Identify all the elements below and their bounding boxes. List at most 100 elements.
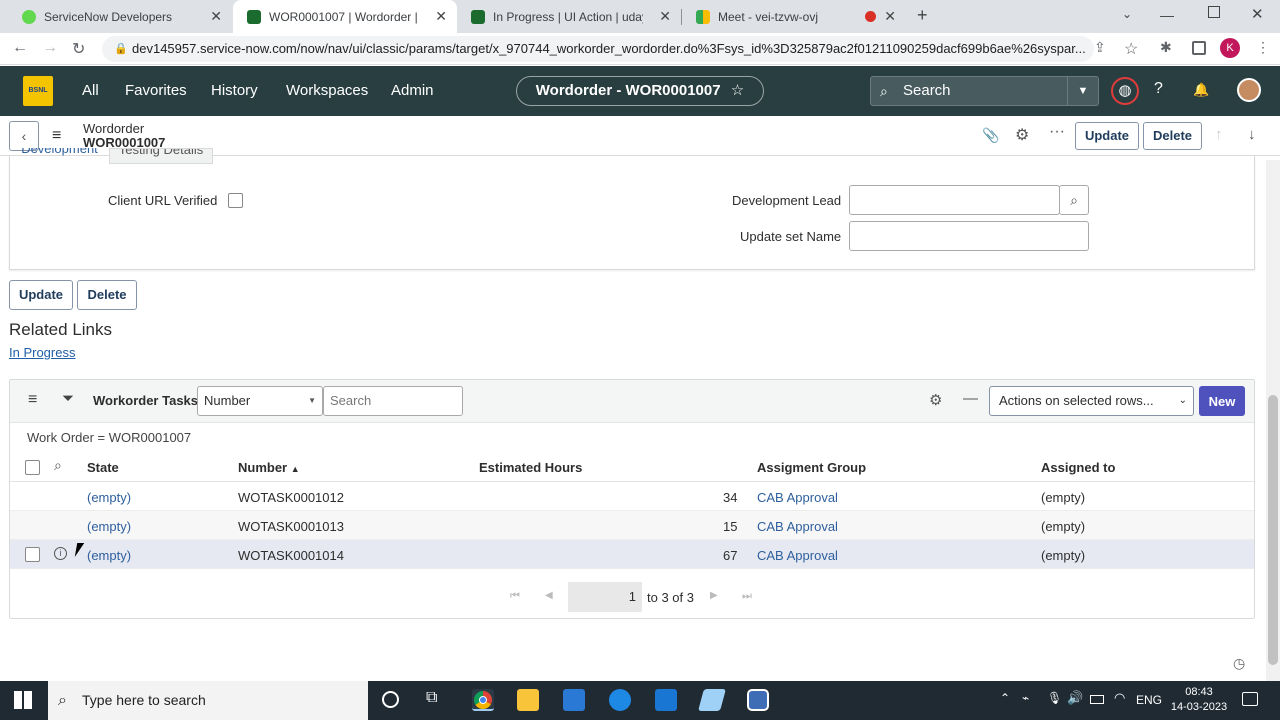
store-icon[interactable] bbox=[563, 689, 585, 711]
notifications-center-icon[interactable] bbox=[1242, 692, 1258, 706]
more-options-icon[interactable]: ··· bbox=[1049, 123, 1065, 141]
tray-chevron-icon[interactable]: ⌃ bbox=[1000, 691, 1010, 705]
group-cell[interactable]: CAB Approval bbox=[757, 519, 838, 534]
column-assignment-group[interactable]: Assigment Group bbox=[757, 460, 866, 475]
close-icon[interactable]: ✕ bbox=[884, 8, 896, 25]
bsnl-logo[interactable]: BSNL bbox=[23, 76, 53, 106]
user-avatar[interactable] bbox=[1237, 78, 1261, 102]
profile-avatar[interactable]: K bbox=[1220, 38, 1240, 58]
list-search-input[interactable]: Search bbox=[323, 386, 463, 416]
back-arrow-icon[interactable]: ← bbox=[12, 39, 28, 57]
language-indicator[interactable]: ENG bbox=[1136, 693, 1162, 707]
number-cell[interactable]: WOTASK0001012 bbox=[238, 490, 344, 505]
global-search-input[interactable]: ⌕ Search ▼ bbox=[870, 76, 1099, 106]
select-all-checkbox[interactable] bbox=[25, 460, 40, 475]
wifi-icon[interactable]: ◠ bbox=[1114, 690, 1125, 706]
scrollbar-thumb[interactable] bbox=[1268, 395, 1278, 665]
hamburger-menu-icon[interactable]: ≡ bbox=[52, 127, 61, 145]
file-explorer-icon[interactable] bbox=[517, 689, 539, 711]
update-set-name-input[interactable] bbox=[849, 221, 1089, 251]
number-cell[interactable]: WOTASK0001013 bbox=[238, 519, 344, 534]
help-icon[interactable]: ? bbox=[1154, 80, 1163, 98]
last-page-icon[interactable]: ⏭ bbox=[742, 590, 752, 603]
next-record-arrow-icon[interactable]: ↓ bbox=[1248, 126, 1256, 143]
notification-bell-icon[interactable]: 🔔 bbox=[1193, 82, 1209, 98]
extensions-icon[interactable]: ✱ bbox=[1160, 39, 1172, 56]
camera-app-icon[interactable] bbox=[747, 689, 769, 711]
nav-workspaces[interactable]: Workspaces bbox=[286, 82, 368, 99]
nav-all[interactable]: All bbox=[82, 82, 99, 99]
close-icon[interactable]: ✕ bbox=[659, 8, 671, 25]
development-lead-input[interactable] bbox=[849, 185, 1060, 215]
next-page-icon[interactable]: ▶ bbox=[710, 590, 718, 601]
url-input[interactable]: 🔒 dev145957.service-now.com/now/nav/ui/c… bbox=[102, 36, 1094, 62]
first-page-icon[interactable]: ⏮ bbox=[510, 590, 520, 603]
bottom-update-button[interactable]: Update bbox=[9, 280, 73, 310]
browser-tab-3[interactable]: In Progress | UI Action | uday Tra ✕ bbox=[457, 0, 681, 33]
battery-icon[interactable] bbox=[1090, 695, 1104, 704]
group-cell[interactable]: CAB Approval bbox=[757, 490, 838, 505]
kebab-menu-icon[interactable]: ⋮ bbox=[1256, 39, 1270, 56]
state-cell[interactable]: (empty) bbox=[87, 548, 131, 563]
attachment-paperclip-icon[interactable]: 📎 bbox=[982, 127, 999, 144]
column-number[interactable]: Number ▲ bbox=[238, 460, 300, 475]
taskbar-search-input[interactable]: ⌕ Type here to search bbox=[48, 681, 368, 720]
sidepanel-icon[interactable] bbox=[1192, 41, 1206, 55]
context-title-pill[interactable]: Wordorder - WOR0001007 ☆ bbox=[516, 76, 764, 106]
task-view-icon[interactable]: ⧉ bbox=[426, 689, 437, 707]
column-search-icon[interactable]: ⌕ bbox=[54, 457, 62, 474]
back-button[interactable]: ‹ bbox=[9, 121, 39, 151]
in-progress-link[interactable]: In Progress bbox=[9, 345, 75, 360]
window-close-icon[interactable]: ✕ bbox=[1251, 5, 1264, 23]
mail-icon[interactable] bbox=[655, 689, 677, 711]
close-icon[interactable]: ✕ bbox=[210, 8, 222, 25]
info-icon[interactable]: i bbox=[54, 547, 67, 560]
page-number-input[interactable]: 1 bbox=[568, 582, 642, 612]
filter-funnel-icon[interactable]: ⏷ bbox=[62, 390, 74, 407]
column-assigned-to[interactable]: Assigned to bbox=[1041, 460, 1115, 475]
table-row[interactable]: (empty) WOTASK0001013 15 CAB Approval (e… bbox=[10, 511, 1254, 540]
browser-tab-1[interactable]: ServiceNow Developers ✕ bbox=[8, 0, 232, 33]
nav-favorites[interactable]: Favorites bbox=[125, 82, 187, 99]
number-cell[interactable]: WOTASK0001014 bbox=[238, 548, 344, 563]
maximize-icon[interactable] bbox=[1208, 6, 1220, 18]
browser-tab-2[interactable]: WOR0001007 | Wordorder | uday ✕ bbox=[233, 0, 457, 33]
clock-icon[interactable]: ◷ bbox=[1233, 655, 1245, 672]
table-row[interactable]: (empty) WOTASK0001012 34 CAB Approval (e… bbox=[10, 482, 1254, 511]
minimize-icon[interactable]: — bbox=[1160, 7, 1174, 23]
update-button[interactable]: Update bbox=[1075, 122, 1139, 150]
cortana-icon[interactable] bbox=[382, 691, 399, 708]
network-off-icon[interactable]: ⌁ bbox=[1022, 691, 1029, 705]
volume-icon[interactable]: 🔊 bbox=[1067, 690, 1083, 706]
bottom-delete-button[interactable]: Delete bbox=[77, 280, 137, 310]
column-state[interactable]: State bbox=[87, 460, 119, 475]
chrome-app-icon[interactable] bbox=[472, 689, 494, 711]
new-tab-button[interactable]: + bbox=[917, 5, 928, 26]
list-menu-icon[interactable]: ≡ bbox=[28, 391, 37, 409]
bookmark-star-icon[interactable]: ☆ bbox=[1124, 39, 1138, 59]
delete-button[interactable]: Delete bbox=[1143, 122, 1202, 150]
client-url-verified-checkbox[interactable] bbox=[228, 193, 243, 208]
new-button[interactable]: New bbox=[1199, 386, 1245, 416]
vertical-scrollbar[interactable] bbox=[1266, 160, 1280, 681]
tab-development[interactable]: Development bbox=[10, 148, 109, 164]
lookup-search-icon[interactable]: ⌕ bbox=[1059, 185, 1089, 215]
nav-history[interactable]: History bbox=[211, 82, 258, 99]
state-cell[interactable]: (empty) bbox=[87, 519, 131, 534]
search-field-select[interactable]: Number ▼ bbox=[197, 386, 323, 416]
system-clock[interactable]: 08:43 14-03-2023 bbox=[1168, 685, 1230, 715]
notepad-icon[interactable] bbox=[698, 689, 726, 711]
state-cell[interactable]: (empty) bbox=[87, 490, 131, 505]
row-checkbox[interactable] bbox=[25, 547, 40, 562]
share-icon[interactable]: ⇪ bbox=[1094, 39, 1106, 56]
favorite-star-icon[interactable]: ☆ bbox=[731, 82, 744, 99]
microphone-icon[interactable]: 🎙 bbox=[1047, 691, 1062, 705]
column-estimated-hours[interactable]: Estimated Hours bbox=[479, 460, 582, 475]
list-settings-gear-icon[interactable]: ⚙ bbox=[929, 391, 942, 409]
windows-start-icon[interactable] bbox=[14, 691, 32, 709]
nav-admin[interactable]: Admin bbox=[391, 82, 434, 99]
tab-testing-details[interactable]: Testing Details bbox=[109, 148, 213, 164]
group-cell[interactable]: CAB Approval bbox=[757, 548, 838, 563]
close-icon[interactable]: ✕ bbox=[435, 8, 447, 25]
settings-sliders-icon[interactable]: ⚙ bbox=[1015, 125, 1029, 145]
